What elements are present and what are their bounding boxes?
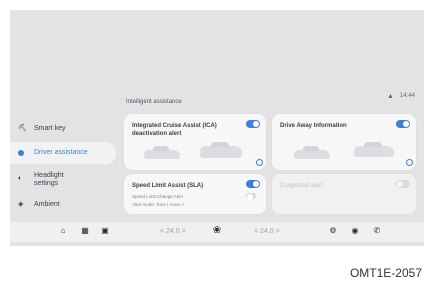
apps-icon[interactable]: ▦ [80, 226, 90, 236]
car-illustration [144, 146, 180, 159]
speed-limit-change-toggle[interactable] [246, 193, 256, 200]
status-bar: ▲ 14:44 [10, 88, 424, 106]
passenger-temperature[interactable]: < 24.0 > [254, 228, 280, 235]
signal-icon: ▲ [387, 93, 394, 100]
bottom-bar: ⌂ ▦ ▣ < 24.0 > ❀ < 24.0 > ⚙ ◉ ✆ [10, 222, 424, 242]
alert-mode-link[interactable]: Alert mode: Tone | Voice > [132, 202, 185, 207]
ambient-icon: ◈ [18, 201, 24, 208]
settings-icon[interactable]: ⚙ [328, 226, 338, 236]
sidebar-item-driver-assistance[interactable]: Driver assistance [10, 142, 116, 164]
drive-away-toggle[interactable] [396, 120, 410, 128]
card-ica-alert[interactable]: Integrated Cruise Assist (ICA) deactivat… [124, 114, 266, 170]
card-drive-away-info[interactable]: Drive Away Information [272, 114, 416, 170]
card-sla[interactable]: Speed Limit Assist (SLA) Speed Limit Cha… [124, 174, 266, 214]
dot-icon [18, 150, 24, 156]
car-illustration [294, 146, 330, 159]
card-title: Congested alert [280, 183, 323, 189]
sidebar-item-label: Smart key [34, 125, 66, 132]
card-title: Drive Away Information [280, 123, 347, 129]
clock: 14:44 [400, 93, 416, 99]
headlight-icon: ◐ [18, 175, 23, 182]
key-icon: ⛏ [18, 125, 27, 132]
driver-temperature[interactable]: < 24.0 > [160, 228, 186, 235]
sidebar-item-label: Headlight settings [34, 172, 64, 187]
congested-alert-toggle[interactable] [396, 180, 410, 188]
sidebar-item-label: Ambient [34, 201, 60, 208]
sidebar-item-ambient[interactable]: ◈ Ambient [10, 194, 116, 216]
sidebar-item-label: Driver assistance [34, 149, 88, 156]
car-icon[interactable]: ▣ [100, 226, 110, 236]
speed-limit-change-alert-label: Speed Limit Change Alert [132, 194, 184, 199]
sidebar: ⛏ Smart key Driver assistance ◐ Headligh… [10, 118, 118, 218]
home-icon[interactable]: ⌂ [58, 226, 68, 236]
sidebar-item-headlight-settings[interactable]: ◐ Headlight settings [10, 168, 116, 190]
car-illustration [354, 142, 394, 157]
car-illustration [200, 142, 242, 158]
card-congested-alert[interactable]: Congested alert [272, 174, 416, 214]
fan-icon[interactable]: ❀ [212, 226, 222, 236]
card-title: Integrated Cruise Assist (ICA) deactivat… [132, 123, 217, 137]
figure-code: OMT1E-2057 [349, 266, 422, 280]
info-icon[interactable] [406, 159, 413, 166]
card-title: Speed Limit Assist (SLA) [132, 183, 204, 189]
infotainment-screen: ▲ 14:44 Intelligent assistance ⛏ Smart k… [10, 10, 424, 246]
sla-toggle[interactable] [246, 180, 260, 188]
info-icon[interactable] [256, 159, 263, 166]
phone-icon[interactable]: ✆ [372, 226, 382, 236]
sidebar-item-smart-key[interactable]: ⛏ Smart key [10, 118, 116, 140]
media-icon[interactable]: ◉ [350, 226, 360, 236]
section-title: Intelligent assistance [126, 99, 182, 105]
ica-alert-toggle[interactable] [246, 120, 260, 128]
